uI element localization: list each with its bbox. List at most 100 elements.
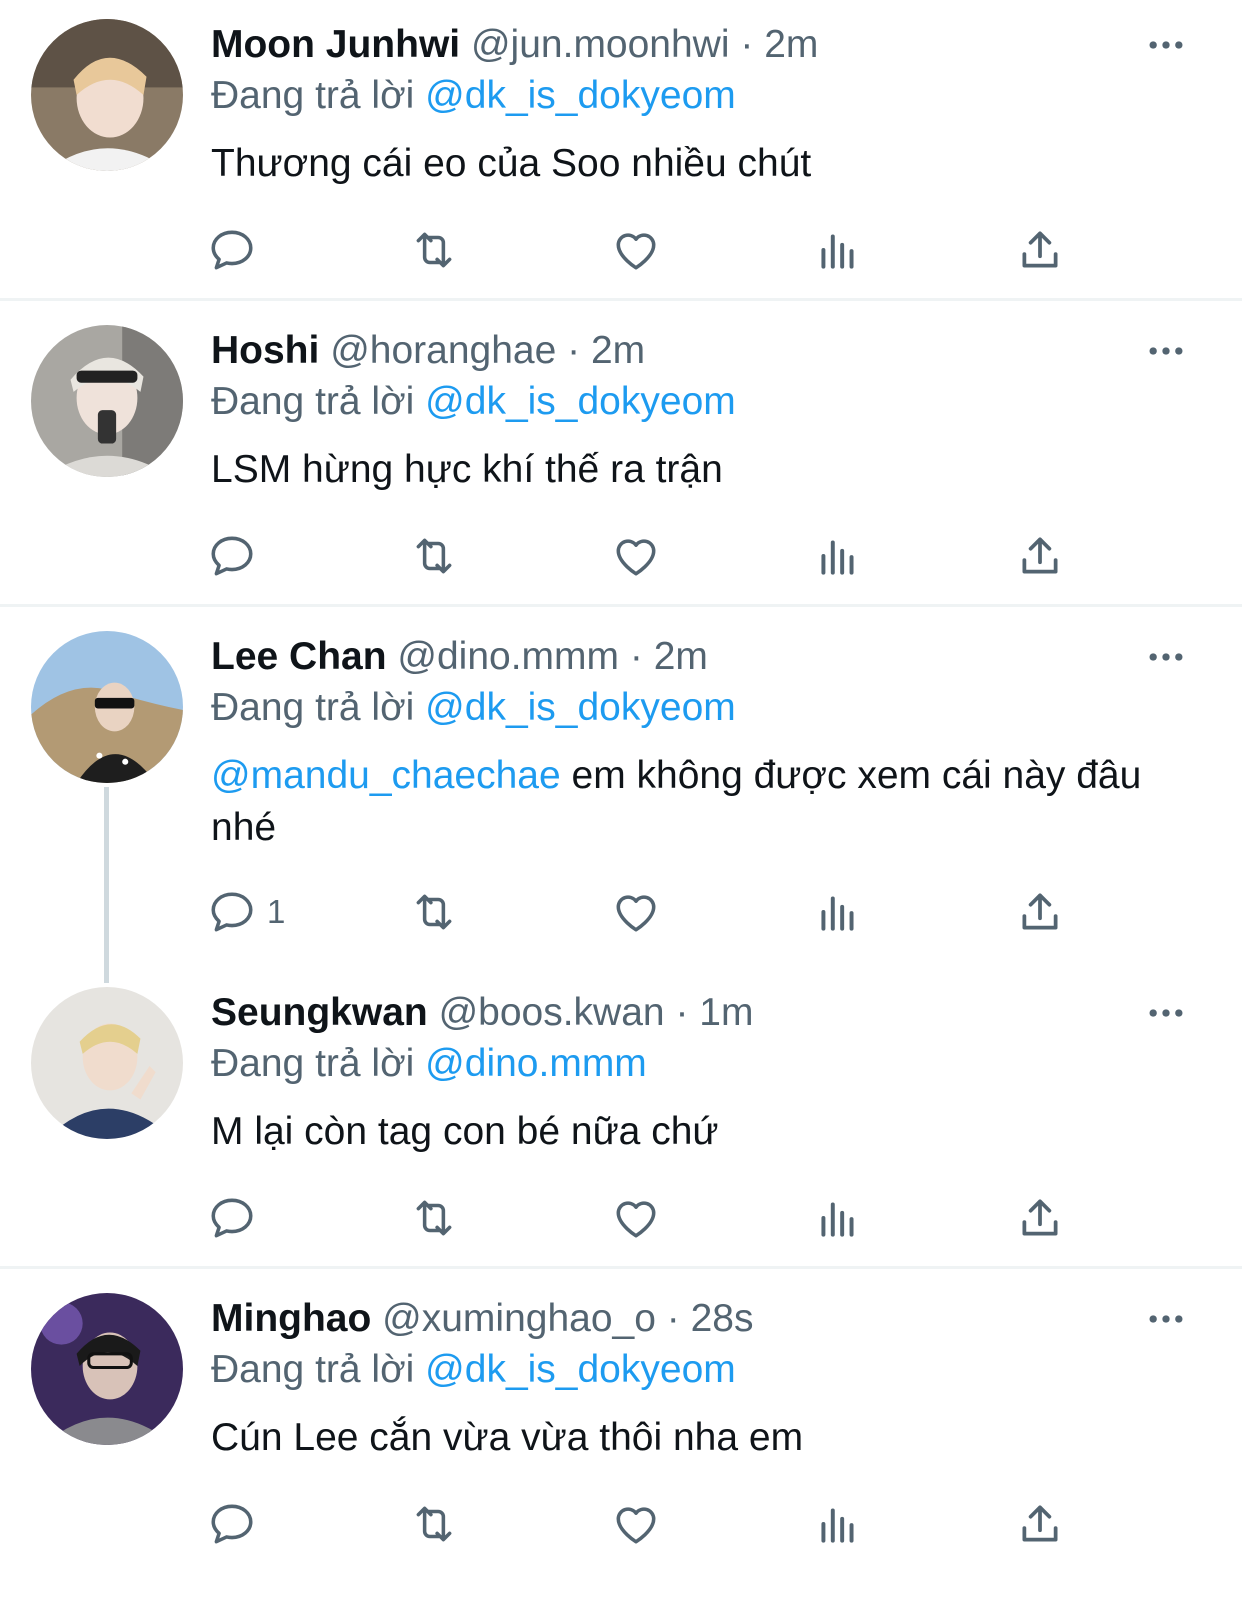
share-button[interactable] [1015, 1188, 1065, 1248]
action-bar: 1 [0, 882, 1242, 942]
reply-button[interactable] [207, 526, 267, 586]
views-button[interactable] [813, 1188, 863, 1248]
retweet-icon [409, 1193, 459, 1243]
user-handle[interactable]: @xuminghao_o [382, 1297, 656, 1340]
text-mention[interactable]: @mandu_chaechae [211, 754, 561, 797]
tweet-header: Seungkwan @boos.kwan · 1m [211, 987, 753, 1039]
reply-to-mention[interactable]: @dk_is_dokyeom [425, 686, 736, 729]
reply-icon [207, 531, 257, 581]
heart-icon [611, 1499, 661, 1549]
action-bar [0, 1188, 1242, 1248]
reply-button[interactable] [207, 220, 267, 280]
user-handle[interactable]: @horanghae [330, 329, 556, 372]
timestamp[interactable]: 2m [764, 23, 818, 66]
reply-icon [207, 887, 257, 937]
retweet-button[interactable] [409, 526, 459, 586]
reply-context: Đang trả lời @dk_is_dokyeom [211, 70, 736, 122]
heart-icon [611, 225, 661, 275]
tweet-text-content: Thương cái eo của Soo nhiều chút [211, 142, 812, 185]
retweet-button[interactable] [409, 220, 459, 280]
tweet-header: Hoshi @horanghae · 2m [211, 325, 645, 377]
more-options-button[interactable] [1144, 23, 1188, 67]
views-button[interactable] [813, 1494, 863, 1554]
avatar[interactable] [31, 631, 183, 783]
reply-prefix: Đang trả lời [211, 74, 415, 117]
tweet[interactable]: Seungkwan @boos.kwan · 1m Đang trả lời @… [0, 968, 1242, 1268]
retweet-icon [409, 225, 459, 275]
user-handle[interactable]: @boos.kwan [439, 991, 665, 1034]
user-handle[interactable]: @jun.moonhwi [471, 23, 730, 66]
user-handle[interactable]: @dino.mmm [397, 635, 619, 678]
like-button[interactable] [611, 882, 661, 942]
display-name[interactable]: Lee Chan [211, 635, 387, 678]
more-options-button[interactable] [1144, 635, 1188, 679]
avatar[interactable] [31, 1293, 183, 1445]
share-icon [1015, 225, 1065, 275]
like-button[interactable] [611, 1188, 661, 1248]
separator: · [629, 635, 643, 678]
retweet-button[interactable] [409, 882, 459, 942]
tweet[interactable]: Moon Junhwi @jun.moonhwi · 2m Đang trả l… [0, 0, 1242, 300]
like-button[interactable] [611, 526, 661, 586]
views-icon [813, 887, 863, 937]
like-button[interactable] [611, 220, 661, 280]
reply-prefix: Đang trả lời [211, 1348, 415, 1391]
tweet[interactable]: Lee Chan @dino.mmm · 2m Đang trả lời @dk… [0, 612, 1242, 968]
retweet-icon [409, 887, 459, 937]
heart-icon [611, 1193, 661, 1243]
timestamp[interactable]: 2m [654, 635, 708, 678]
avatar[interactable] [31, 19, 183, 171]
timestamp[interactable]: 1m [699, 991, 753, 1034]
views-button[interactable] [813, 882, 863, 942]
more-icon [1144, 329, 1188, 373]
views-button[interactable] [813, 220, 863, 280]
views-button[interactable] [813, 526, 863, 586]
tweet-text: LSM hừng hực khí thế ra trận [211, 444, 1191, 496]
separator: · [740, 23, 754, 66]
like-button[interactable] [611, 1494, 661, 1554]
avatar[interactable] [31, 987, 183, 1139]
share-button[interactable] [1015, 220, 1065, 280]
reply-button[interactable] [207, 1188, 267, 1248]
reply-to-mention[interactable]: @dk_is_dokyeom [425, 1348, 736, 1391]
views-icon [813, 225, 863, 275]
reply-to-mention[interactable]: @dino.mmm [425, 1042, 647, 1085]
share-button[interactable] [1015, 1494, 1065, 1554]
timestamp[interactable]: 28s [691, 1297, 754, 1340]
reply-icon [207, 225, 257, 275]
more-options-button[interactable] [1144, 1297, 1188, 1341]
separator: · [567, 329, 581, 372]
more-icon [1144, 23, 1188, 67]
reply-to-mention[interactable]: @dk_is_dokyeom [425, 74, 736, 117]
reply-prefix: Đang trả lời [211, 1042, 415, 1085]
separator: · [666, 1297, 680, 1340]
avatar[interactable] [31, 325, 183, 477]
retweet-button[interactable] [409, 1494, 459, 1554]
tweet-header: Moon Junhwi @jun.moonhwi · 2m [211, 19, 818, 71]
reply-icon [207, 1193, 257, 1243]
display-name[interactable]: Minghao [211, 1297, 371, 1340]
tweet-header: Minghao @xuminghao_o · 28s [211, 1293, 754, 1345]
more-options-button[interactable] [1144, 329, 1188, 373]
share-button[interactable] [1015, 882, 1065, 942]
reply-to-mention[interactable]: @dk_is_dokyeom [425, 380, 736, 423]
tweet-text-content: Cún Lee cắn vừa vừa thôi nha em [211, 1416, 804, 1459]
action-bar [0, 1494, 1242, 1554]
timestamp[interactable]: 2m [591, 329, 645, 372]
more-options-button[interactable] [1144, 991, 1188, 1035]
tweet[interactable]: Minghao @xuminghao_o · 28s Đang trả lời … [0, 1274, 1242, 1600]
display-name[interactable]: Seungkwan [211, 991, 428, 1034]
display-name[interactable]: Hoshi [211, 329, 319, 372]
display-name[interactable]: Moon Junhwi [211, 23, 460, 66]
reply-prefix: Đang trả lời [211, 686, 415, 729]
views-icon [813, 531, 863, 581]
share-button[interactable] [1015, 526, 1065, 586]
tweet[interactable]: Hoshi @horanghae · 2m Đang trả lời @dk_i… [0, 306, 1242, 606]
reply-context: Đang trả lời @dk_is_dokyeom [211, 1344, 736, 1396]
reply-button[interactable] [207, 1494, 267, 1554]
action-bar [0, 220, 1242, 280]
retweet-button[interactable] [409, 1188, 459, 1248]
reply-context: Đang trả lời @dino.mmm [211, 1038, 647, 1090]
reply-icon [207, 1499, 257, 1549]
reply-button[interactable]: 1 [207, 882, 285, 942]
